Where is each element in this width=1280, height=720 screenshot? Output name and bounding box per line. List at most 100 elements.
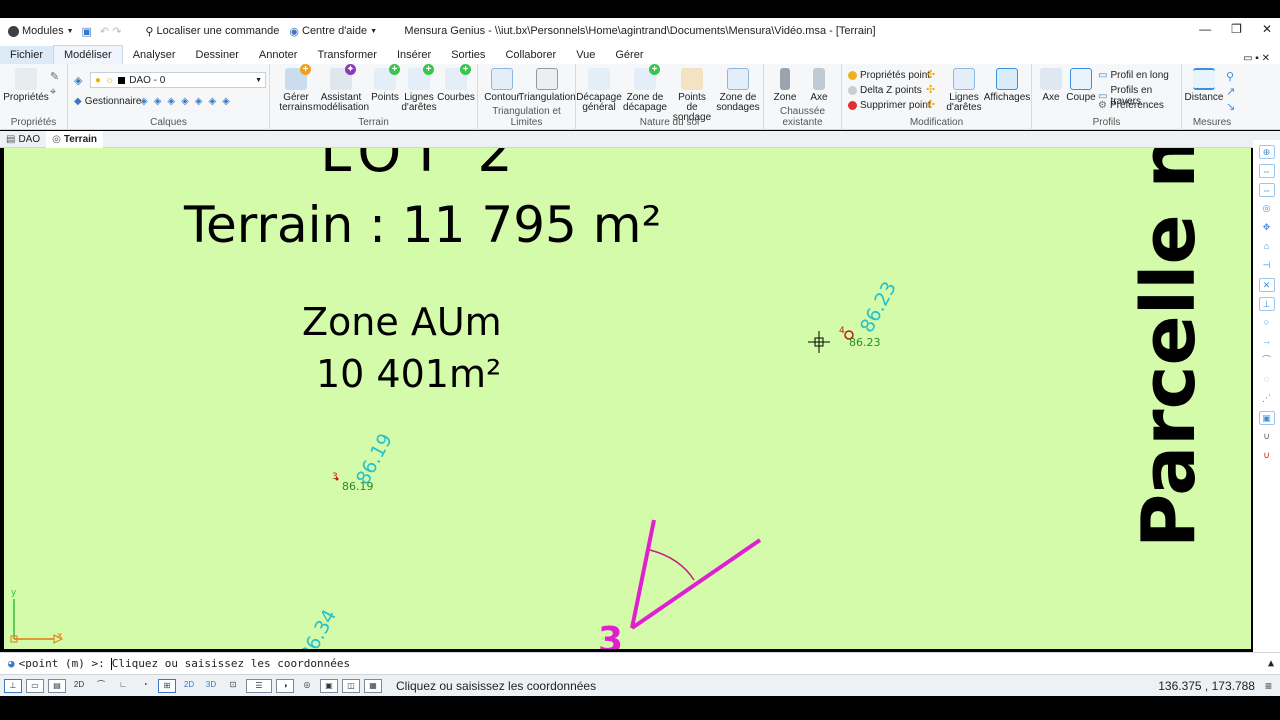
minimize-icon[interactable]: —: [1199, 22, 1211, 36]
tab-transformer[interactable]: Transformer: [307, 46, 387, 64]
expand-up-icon[interactable]: ▲: [1268, 658, 1274, 669]
doc-tab-terrain[interactable]: ◎ Terrain: [46, 130, 104, 148]
clipboard-icon[interactable]: ▣: [320, 678, 338, 693]
points-sondage-button[interactable]: Points de sondage: [672, 68, 712, 123]
layout-icon[interactable]: ▤: [48, 678, 66, 693]
tab-inserer[interactable]: Insérer: [387, 46, 441, 64]
layer-select[interactable]: ● ☼ DAO - 0 ▼: [90, 72, 266, 88]
right-navigation-toolbar: ⊕ ⇔ ⇔ ◎ ✥ ⌂ ⊣ ✕ ⊥ ○ → ⌒ ◌ ⋰ ▣ ∪ ∪: [1253, 140, 1280, 652]
zone-sondages-button[interactable]: Zone de sondages: [716, 68, 760, 113]
gestionnaire-button[interactable]: ◆ Gestionnaire: [74, 96, 141, 107]
selection-cycle-icon[interactable]: ▦: [364, 678, 382, 693]
wizard-icon: ✦: [330, 64, 356, 90]
pan-icon[interactable]: ✥: [1259, 221, 1275, 235]
magnet-off-icon[interactable]: ∪: [1259, 449, 1275, 463]
tab-dessiner[interactable]: Dessiner: [186, 46, 249, 64]
save-icon[interactable]: ▣: [82, 25, 92, 38]
command-input[interactable]: Cliquez ou saisissez les coordonnées: [112, 657, 350, 670]
bulb-icon: ●: [95, 74, 102, 86]
axe-profil-button[interactable]: Axe: [1038, 68, 1064, 103]
locate-command[interactable]: ⚲ Localiser une commande: [145, 25, 279, 38]
tab-modeliser[interactable]: Modéliser: [53, 45, 123, 64]
node-snap-icon[interactable]: ◌: [1259, 373, 1275, 387]
undo-icon[interactable]: ↶ ↷: [100, 25, 122, 38]
gerer-terrains-button[interactable]: + Gérer terrains: [276, 64, 316, 113]
points-button[interactable]: + Points: [370, 64, 400, 103]
distance-button[interactable]: Distance: [1184, 68, 1224, 103]
object-snap-icon[interactable]: ⊞: [158, 678, 176, 693]
restore-icon[interactable]: ❐: [1231, 22, 1242, 36]
zoom-extents-icon[interactable]: ⇔: [1258, 164, 1275, 178]
supprimer-point-button[interactable]: Supprimer point: [848, 100, 931, 111]
ortho-icon[interactable]: ∟: [114, 679, 132, 693]
zoom-window-icon[interactable]: ⇔: [1258, 183, 1275, 197]
orbit-icon[interactable]: ◎: [1259, 202, 1275, 216]
menu-icon[interactable]: ≡: [1265, 679, 1272, 693]
triangulation-button[interactable]: Triangulation: [518, 68, 576, 103]
brush-icon[interactable]: ✎: [50, 70, 59, 83]
curve-tool-icon[interactable]: ⌒: [92, 679, 110, 693]
tab-annoter[interactable]: Annoter: [249, 46, 308, 64]
lock-snap-icon[interactable]: ▣: [1258, 411, 1275, 425]
assistant-button[interactable]: ✦ Assistant modélisation: [313, 64, 369, 113]
snap-mode-icon[interactable]: ⊥: [4, 678, 22, 693]
2d-view-icon[interactable]: 2D: [70, 679, 88, 693]
modules-menu[interactable]: Modules ▼: [8, 25, 74, 37]
transparency-icon[interactable]: ◑: [276, 678, 294, 693]
window-mode-icon[interactable]: ▭: [26, 678, 44, 693]
grid-icon[interactable]: ⊡: [224, 679, 242, 693]
affichages-button[interactable]: Affichages: [984, 68, 1030, 103]
ribbon-window-controls[interactable]: ▭ ▪ ✕: [1243, 53, 1270, 64]
doc-tab-dao[interactable]: ▤ DAO: [0, 131, 46, 148]
perpendicular-snap-icon[interactable]: ⊥: [1258, 297, 1275, 311]
tangent-snap-icon[interactable]: →: [1259, 335, 1275, 349]
tool-2d-icon[interactable]: 2D: [180, 679, 198, 693]
layer-tools[interactable]: ◈◈◈◈◈◈◈: [140, 96, 236, 107]
road-zone-icon: [780, 68, 790, 90]
zone-decapage-button[interactable]: + Zone de décapage: [622, 64, 668, 113]
extension-snap-icon[interactable]: ⋰: [1259, 392, 1275, 406]
command-line[interactable]: ◕ <point (m) >: Cliquez ou saisissez les…: [0, 652, 1280, 674]
preferences-button[interactable]: ⚙ Préférences: [1098, 100, 1164, 111]
view-icon[interactable]: ⌂: [1259, 240, 1275, 254]
tab-sorties[interactable]: Sorties: [441, 46, 495, 64]
zoom-in-icon[interactable]: ⊕: [1258, 145, 1275, 159]
drawing-canvas[interactable]: LOT 2 Terrain : 11 795 m² Zone AUm 10 40…: [4, 148, 1251, 649]
zone-decapage-label: Zone de décapage: [623, 92, 667, 113]
courbes-button[interactable]: + Courbes: [437, 64, 475, 103]
axe-chaussee-button[interactable]: Axe: [804, 68, 834, 103]
lineweight-icon[interactable]: ☰: [246, 678, 272, 693]
eye-icon[interactable]: ◎: [298, 679, 316, 693]
snap-icon[interactable]: ⊣: [1259, 259, 1275, 273]
intersect-snap-icon[interactable]: ✕: [1258, 278, 1275, 292]
arc-snap-icon[interactable]: ⌒: [1259, 354, 1275, 368]
contour-button[interactable]: Contour: [482, 68, 522, 103]
tool-3d-icon[interactable]: 3D: [202, 679, 220, 693]
tab-analyser[interactable]: Analyser: [123, 46, 186, 64]
stripping-icon: [588, 68, 610, 90]
coupe-button[interactable]: Coupe: [1066, 68, 1096, 103]
help-center[interactable]: ◉ Centre d'aide ▼: [289, 25, 377, 38]
pdf-icon[interactable]: ◫: [342, 678, 360, 693]
proprietes-point-button[interactable]: Propriétés point: [848, 70, 930, 81]
move-point-icons[interactable]: ✣ ✣ ✣: [926, 68, 935, 113]
decapage-general-button[interactable]: Décapage général: [576, 68, 622, 113]
lignes-aretes-button[interactable]: + Lignes d'arêtes: [400, 64, 438, 113]
circle-snap-icon[interactable]: ○: [1259, 316, 1275, 330]
tab-collaborer[interactable]: Collaborer: [495, 46, 566, 64]
eyedropper-icon[interactable]: ⌖: [50, 86, 56, 99]
group-triangulation: Contour Triangulation Triangulation et L…: [478, 64, 576, 130]
tab-gerer[interactable]: Gérer: [605, 46, 653, 64]
polar-icon[interactable]: ◔: [136, 679, 154, 693]
delta-z-button[interactable]: Delta Z points: [848, 85, 922, 96]
lignes-aretes-mod-button[interactable]: Lignes d'arêtes: [944, 68, 984, 113]
tab-vue[interactable]: Vue: [566, 46, 605, 64]
measure-tools-icons[interactable]: ⚲ ↗ ↘: [1226, 70, 1235, 115]
magnet-icon[interactable]: ∪: [1259, 430, 1275, 444]
proprietes-button[interactable]: Propriétés: [3, 68, 49, 103]
tab-fichier[interactable]: Fichier: [0, 46, 54, 64]
close-icon[interactable]: ✕: [1262, 22, 1272, 36]
zone-button[interactable]: Zone: [770, 68, 800, 103]
profil-long-button[interactable]: ▭ Profil en long: [1098, 70, 1169, 81]
group-proprietes: Propriétés ✎ ⌖ Propriétés: [0, 64, 68, 130]
